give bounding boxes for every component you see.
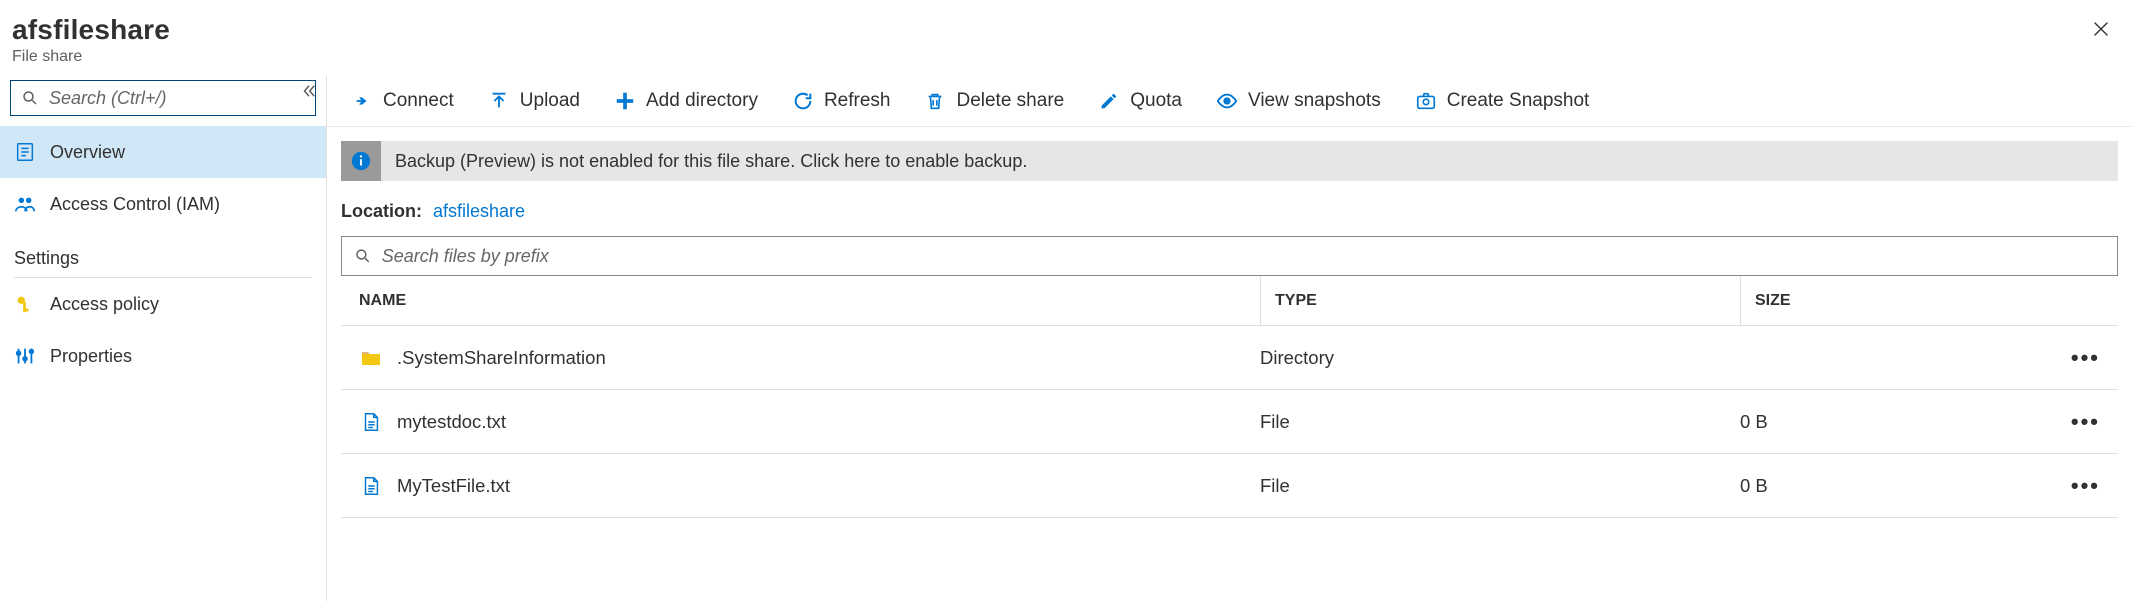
backup-info-banner[interactable]: Backup (Preview) is not enabled for this… — [341, 141, 2118, 181]
row-size: 0 B — [1740, 475, 2030, 497]
row-type: Directory — [1260, 347, 1740, 369]
overview-icon — [14, 141, 36, 163]
search-icon — [354, 247, 372, 265]
add-directory-button[interactable]: Add directory — [608, 86, 764, 116]
folder-icon — [359, 346, 383, 370]
files-search[interactable] — [341, 236, 2118, 276]
camera-icon — [1415, 90, 1437, 112]
table-row[interactable]: mytestdoc.txt File0 B ••• — [341, 390, 2118, 454]
toolbar-label: Add directory — [646, 90, 758, 112]
delete-share-button[interactable]: Delete share — [918, 86, 1070, 116]
sidebar-item-overview[interactable]: Overview — [0, 126, 326, 178]
search-icon — [21, 89, 39, 107]
location-row: Location: afsfileshare — [341, 201, 2118, 222]
toolbar-label: Upload — [520, 90, 580, 112]
table-header: NAME TYPE SIZE — [341, 276, 2118, 326]
upload-icon — [488, 90, 510, 112]
close-icon — [2090, 18, 2112, 40]
toolbar-label: Delete share — [956, 90, 1064, 112]
row-name: MyTestFile.txt — [397, 475, 510, 497]
quota-button[interactable]: Quota — [1092, 86, 1188, 116]
sidebar-item-label: Properties — [50, 346, 132, 367]
view-snapshots-button[interactable]: View snapshots — [1210, 86, 1387, 116]
key-icon — [14, 293, 36, 315]
sidebar-section-settings: Settings — [0, 230, 326, 277]
sidebar: Overview Access Control (IAM) Settings A… — [0, 76, 326, 601]
info-icon — [341, 141, 381, 181]
sidebar-item-access-policy[interactable]: Access policy — [0, 278, 326, 330]
sidebar-item-access-control[interactable]: Access Control (IAM) — [0, 178, 326, 230]
sidebar-search[interactable] — [10, 80, 316, 116]
location-link[interactable]: afsfileshare — [433, 201, 525, 221]
refresh-icon — [792, 90, 814, 112]
col-name[interactable]: NAME — [359, 292, 1260, 310]
file-icon — [359, 474, 383, 498]
row-context-button[interactable]: ••• — [2071, 345, 2100, 370]
chevron-double-left-icon — [300, 82, 318, 100]
main-content: Connect Upload Add directory Refresh Del… — [326, 76, 2132, 601]
toolbar: Connect Upload Add directory Refresh Del… — [327, 76, 2132, 127]
col-type[interactable]: TYPE — [1260, 276, 1740, 325]
connect-icon — [351, 90, 373, 112]
location-label: Location: — [341, 201, 422, 221]
create-snapshot-button[interactable]: Create Snapshot — [1409, 86, 1596, 116]
collapse-sidebar-button[interactable] — [300, 82, 318, 105]
toolbar-label: Create Snapshot — [1447, 90, 1590, 112]
col-size[interactable]: SIZE — [1740, 276, 2030, 325]
row-name: mytestdoc.txt — [397, 411, 506, 433]
trash-icon — [924, 90, 946, 112]
row-context-button[interactable]: ••• — [2071, 473, 2100, 498]
sidebar-search-input[interactable] — [49, 88, 305, 109]
access-control-icon — [14, 193, 36, 215]
files-search-input[interactable] — [382, 246, 2105, 267]
pencil-icon — [1098, 90, 1120, 112]
toolbar-label: Quota — [1130, 90, 1182, 112]
sidebar-item-label: Overview — [50, 142, 125, 163]
sidebar-item-label: Access policy — [50, 294, 159, 315]
refresh-button[interactable]: Refresh — [786, 86, 897, 116]
plus-icon — [614, 90, 636, 112]
sidebar-item-label: Access Control (IAM) — [50, 194, 220, 215]
table-row[interactable]: MyTestFile.txt File0 B ••• — [341, 454, 2118, 518]
page-title: afsfileshare — [12, 14, 170, 46]
table-row[interactable]: .SystemShareInformation Directory ••• — [341, 326, 2118, 390]
page-header: afsfileshare File share — [0, 0, 2132, 76]
row-name: .SystemShareInformation — [397, 347, 606, 369]
row-size: 0 B — [1740, 411, 2030, 433]
upload-button[interactable]: Upload — [482, 86, 586, 116]
files-table: NAME TYPE SIZE .SystemShareInformation Di… — [341, 276, 2118, 518]
row-type: File — [1260, 475, 1740, 497]
banner-text: Backup (Preview) is not enabled for this… — [395, 151, 1027, 172]
file-icon — [359, 410, 383, 434]
close-button[interactable] — [2086, 14, 2116, 49]
page-subtitle: File share — [12, 48, 170, 66]
row-context-button[interactable]: ••• — [2071, 409, 2100, 434]
toolbar-label: Refresh — [824, 90, 891, 112]
toolbar-label: View snapshots — [1248, 90, 1381, 112]
properties-icon — [14, 345, 36, 367]
toolbar-label: Connect — [383, 90, 454, 112]
sidebar-item-properties[interactable]: Properties — [0, 330, 326, 382]
row-type: File — [1260, 411, 1740, 433]
eye-icon — [1216, 90, 1238, 112]
connect-button[interactable]: Connect — [345, 86, 460, 116]
